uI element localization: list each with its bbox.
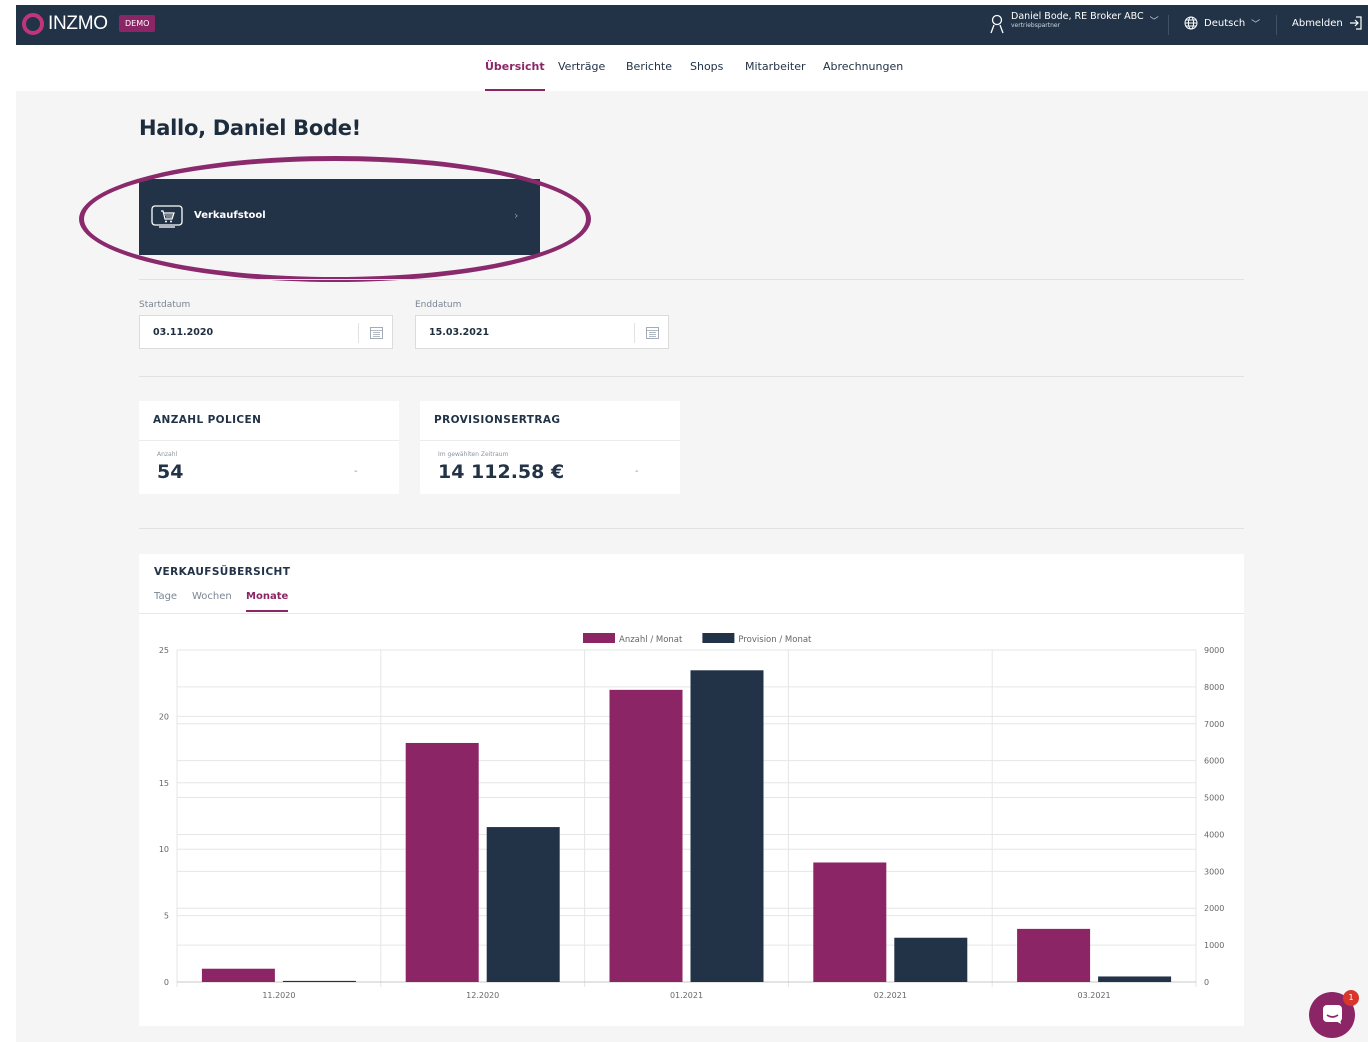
- y-left-tick-label: 20: [159, 712, 169, 721]
- chat-icon: [1323, 1005, 1342, 1024]
- policies-card: ANZAHL POLICEN Anzahl 54 -: [139, 401, 399, 494]
- chart-tab-months[interactable]: Monate: [246, 591, 289, 612]
- commission-caption: Im gewählten Zeitraum: [438, 451, 509, 458]
- y-right-tick-label: 8000: [1204, 683, 1224, 692]
- y-right-tick-label: 3000: [1204, 867, 1224, 876]
- legend-label: Anzahl / Monat: [619, 635, 683, 645]
- x-tick-label: 01.2021: [670, 991, 703, 1000]
- legend-label: Provision / Monat: [738, 635, 812, 645]
- logout-button[interactable]: Abmelden: [1292, 16, 1362, 30]
- logo-text: INZMO: [48, 13, 108, 34]
- x-tick-label: 03.2021: [1078, 991, 1111, 1000]
- start-date-group: Startdatum 03.11.2020: [139, 300, 393, 349]
- legend-swatch: [583, 633, 615, 643]
- logo-ring-icon: [22, 13, 44, 35]
- divider: [358, 323, 359, 343]
- y-left-tick-label: 10: [159, 845, 169, 854]
- chevron-down-icon: ﹀: [1251, 19, 1261, 30]
- tab-vertraege[interactable]: Verträge: [558, 60, 605, 92]
- chart-tab-days[interactable]: Tage: [154, 591, 177, 612]
- x-tick-label: 12.2020: [466, 991, 499, 1000]
- bar-anzahl: [1017, 928, 1091, 982]
- divider: [139, 440, 399, 441]
- divider: [634, 323, 635, 343]
- calendar-icon[interactable]: [370, 326, 383, 339]
- y-left-tick-label: 0: [164, 978, 169, 987]
- y-right-tick-label: 1000: [1204, 941, 1224, 950]
- start-date-input[interactable]: 03.11.2020: [139, 315, 393, 349]
- sales-overview-card: VERKAUFSÜBERSICHT Tage Wochen Monate 0 10…: [139, 554, 1244, 1026]
- logout-label: Abmelden: [1292, 17, 1343, 29]
- end-date-input[interactable]: 15.03.2021: [415, 315, 669, 349]
- bar-anzahl: [813, 862, 887, 982]
- divider: [1276, 15, 1277, 35]
- y-right-tick-label: 5000: [1204, 794, 1224, 803]
- x-tick-label: 11.2020: [262, 991, 295, 1000]
- top-bar: INZMO DEMO Daniel Bode, RE Broker ABC ve…: [16, 5, 1368, 45]
- commission-title: PROVISIONSERTRAG: [434, 414, 561, 426]
- start-date-value: 03.11.2020: [153, 327, 214, 338]
- commission-card: PROVISIONSERTRAG Im gewählten Zeitraum 1…: [420, 401, 680, 494]
- legend-swatch: [702, 633, 735, 643]
- tab-mitarbeiter[interactable]: Mitarbeiter: [745, 60, 806, 92]
- y-right-tick-label: 6000: [1204, 757, 1224, 766]
- logo[interactable]: INZMO: [22, 13, 108, 35]
- main-nav: Übersicht Verträge Berichte Shops Mitarb…: [0, 60, 1368, 92]
- start-date-label: Startdatum: [139, 300, 191, 310]
- sales-chart: 0 1000 2000 3000 4000 5000 6000 7000 8000 9000 0 5 1…: [159, 633, 1224, 1000]
- y-right-tick-label: 7000: [1204, 720, 1224, 729]
- language-selector[interactable]: Deutsch ﹀: [1184, 16, 1260, 30]
- divider: [420, 440, 680, 441]
- tab-berichte[interactable]: Berichte: [626, 60, 672, 92]
- policies-caption: Anzahl: [157, 451, 178, 458]
- bar-anzahl: [201, 968, 275, 982]
- end-date-label: Enddatum: [415, 300, 462, 310]
- chevron-down-icon: ﹀: [1149, 17, 1159, 27]
- user-role: vertriebspartner: [1011, 22, 1061, 29]
- end-date-value: 15.03.2021: [429, 327, 490, 338]
- x-tick-label: 02.2021: [874, 991, 907, 1000]
- logout-icon: [1349, 16, 1362, 30]
- bar-provision: [690, 670, 764, 982]
- y-left-tick-label: 15: [159, 779, 169, 788]
- main-content: Hallo, Daniel Bode! Verkaufstool › Start…: [16, 91, 1368, 1042]
- bar-anzahl: [405, 742, 479, 982]
- sales-overview-title: VERKAUFSÜBERSICHT: [154, 566, 291, 578]
- user-name: Daniel Bode, RE Broker ABC: [1011, 11, 1144, 22]
- chart-tab-weeks[interactable]: Wochen: [192, 591, 232, 612]
- bar-provision: [486, 827, 560, 982]
- tab-uebersicht[interactable]: Übersicht: [485, 60, 545, 92]
- bar-provision: [282, 980, 356, 982]
- policies-value: 54: [157, 461, 184, 483]
- y-right-tick-label: 2000: [1204, 904, 1224, 913]
- divider: [139, 279, 1244, 280]
- bar-anzahl: [609, 689, 683, 982]
- policies-trend: -: [354, 466, 358, 477]
- bar-provision: [1098, 976, 1172, 982]
- demo-badge: DEMO: [119, 15, 156, 32]
- divider: [139, 376, 1244, 377]
- tab-shops[interactable]: Shops: [690, 60, 723, 92]
- y-right-tick-label: 0: [1204, 978, 1209, 987]
- user-menu[interactable]: Daniel Bode, RE Broker ABC vertriebspart…: [989, 11, 1159, 34]
- y-right-tick-label: 9000: [1204, 646, 1224, 655]
- globe-icon: [1184, 16, 1198, 30]
- y-right-tick-label: 4000: [1204, 830, 1224, 839]
- commission-trend: -: [635, 466, 639, 477]
- page-title: Hallo, Daniel Bode!: [139, 116, 361, 140]
- divider: [1168, 15, 1169, 35]
- notification-badge: 1: [1343, 990, 1359, 1006]
- divider: [139, 528, 1244, 529]
- commission-value: 14 112.58 €: [438, 461, 565, 483]
- language-label: Deutsch: [1204, 17, 1246, 29]
- user-icon: [990, 14, 1004, 34]
- end-date-group: Enddatum 15.03.2021: [415, 300, 669, 349]
- y-left-tick-label: 25: [159, 646, 169, 655]
- highlight-oval: [79, 156, 591, 282]
- tab-abrechnungen[interactable]: Abrechnungen: [823, 60, 903, 92]
- bar-provision: [894, 937, 968, 982]
- calendar-icon[interactable]: [646, 326, 659, 339]
- policies-title: ANZAHL POLICEN: [153, 414, 262, 426]
- y-left-tick-label: 5: [164, 912, 169, 921]
